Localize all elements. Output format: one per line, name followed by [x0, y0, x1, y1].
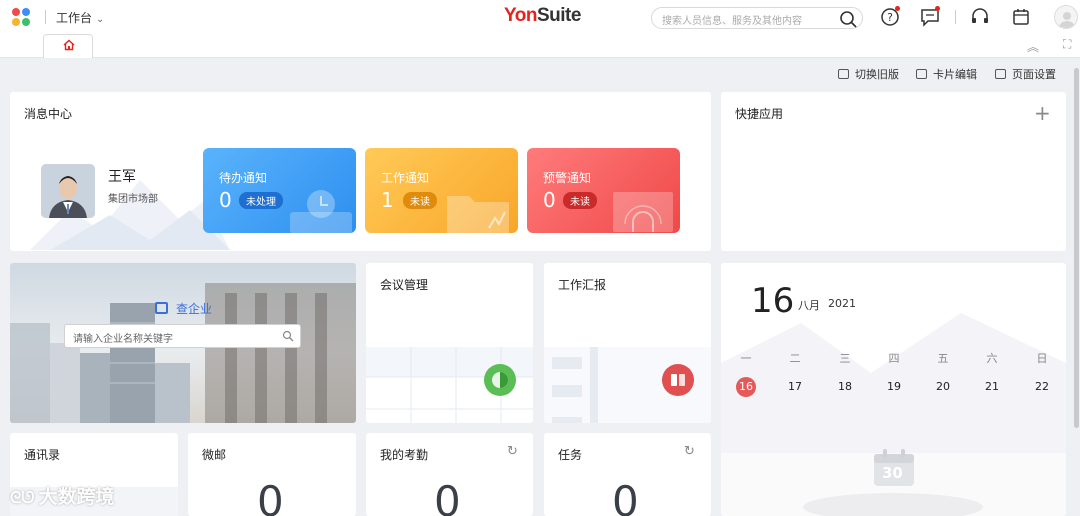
building-icon [155, 302, 168, 314]
weekday-label: 六 [986, 352, 998, 365]
workspace-selector[interactable]: 工作台 ⌄ [56, 9, 104, 26]
user-name: 王军 [108, 169, 136, 185]
brand-logo: YonSuite [504, 5, 581, 26]
calendar-date[interactable]: 17 [783, 380, 807, 393]
calendar-date[interactable]: 21 [980, 380, 1004, 393]
work-label: 工作通知 [381, 171, 430, 185]
enterprise-lookup-link[interactable]: 查企业 [155, 300, 212, 317]
search-input[interactable]: 搜索人员信息、服务及其他内容 [662, 12, 802, 27]
watermark: ᘓᘎ 大数跨境 [10, 486, 115, 508]
message-icon[interactable] [919, 6, 941, 28]
report-app-icon [662, 364, 694, 396]
search-icon[interactable] [282, 330, 294, 342]
status-badge: 未读 [403, 192, 437, 209]
card-edit-button[interactable]: 卡片编辑 [916, 66, 977, 82]
warning-label: 预警通知 [543, 171, 592, 185]
notification-dot [895, 6, 900, 11]
svg-text:?: ? [887, 11, 893, 24]
page-scrollbar[interactable] [1073, 58, 1080, 516]
calendar-date-today[interactable]: 16 [736, 377, 756, 397]
divider [955, 10, 956, 24]
refresh-icon[interactable]: ↻ [507, 444, 518, 459]
meeting-management-card[interactable]: 会议管理 [366, 263, 533, 423]
micromail-count: 0 [257, 477, 284, 516]
attendance-card[interactable]: 我的考勤 ↻ 0 [366, 433, 533, 516]
attendance-count: 0 [434, 477, 461, 516]
attendance-title: 我的考勤 [380, 448, 429, 462]
switch-icon [838, 69, 849, 79]
global-search[interactable]: 搜索人员信息、服务及其他内容 [651, 7, 863, 29]
home-icon [63, 39, 75, 51]
report-title: 工作汇报 [558, 278, 607, 292]
scrollbar-thumb[interactable] [1074, 68, 1079, 428]
calendar-month: 八月 [798, 299, 820, 312]
todo-count: 0 [219, 188, 232, 212]
chevron-down-icon: ⌄ [96, 14, 105, 25]
notification-dot [935, 6, 940, 11]
enterprise-search-input[interactable]: 请输入企业名称关键字 [64, 324, 301, 348]
warning-count: 0 [543, 188, 556, 212]
add-icon[interactable]: + [1034, 101, 1051, 125]
message-center-title: 消息中心 [24, 107, 73, 121]
settings-icon [995, 69, 1006, 79]
status-badge: 未读 [563, 192, 597, 209]
headset-icon[interactable] [969, 6, 991, 28]
app-launcher-icon[interactable] [12, 8, 32, 26]
warning-notification-card[interactable]: 预警通知 0 未读 [527, 148, 680, 233]
top-bar: 工作台 ⌄ YonSuite 搜索人员信息、服务及其他内容 ? ︽ ⛶ [0, 0, 1080, 58]
calendar-date[interactable]: 19 [882, 380, 906, 393]
calendar-date[interactable]: 18 [833, 380, 857, 393]
calendar-year: 2021 [828, 297, 856, 310]
weekday-label: 三 [839, 352, 851, 365]
tasks-count: 0 [612, 477, 639, 516]
refresh-icon[interactable]: ↻ [684, 444, 695, 459]
user-avatar[interactable] [1054, 5, 1078, 29]
work-report-card[interactable]: 工作汇报 [544, 263, 711, 423]
calendar-date[interactable]: 22 [1030, 380, 1054, 393]
tab-home[interactable] [43, 34, 93, 58]
page-settings-button[interactable]: 页面设置 [995, 66, 1056, 82]
empty-calendar-icon: 30 [872, 448, 916, 488]
micromail-card[interactable]: 微邮 0 [188, 433, 356, 516]
todo-notification-card[interactable]: 待办通知 0 未处理 [203, 148, 356, 233]
clock-tray-icon [290, 190, 352, 233]
help-icon[interactable]: ? [879, 6, 901, 28]
user-department: 集团市场部 [108, 194, 158, 205]
tasks-card[interactable]: 任务 ↻ 0 [544, 433, 711, 516]
folder-icon [447, 196, 509, 233]
quick-apps-title: 快捷应用 [735, 107, 784, 121]
switch-old-version-button[interactable]: 切换旧版 [838, 66, 899, 82]
search-icon[interactable] [838, 9, 858, 29]
meeting-title: 会议管理 [380, 278, 429, 292]
micromail-title: 微邮 [202, 448, 227, 462]
tasks-title: 任务 [558, 448, 583, 462]
todo-label: 待办通知 [219, 171, 268, 185]
weekday-label: 五 [937, 352, 949, 365]
calendar-date[interactable]: 20 [931, 380, 955, 393]
quick-apps-card: 快捷应用 [721, 92, 1066, 251]
work-count: 1 [381, 188, 394, 212]
status-badge: 未处理 [239, 192, 283, 209]
divider [45, 10, 46, 24]
weekday-label: 二 [789, 352, 801, 365]
user-photo [41, 164, 95, 218]
weekday-label: 四 [888, 352, 900, 365]
calendar-icon[interactable] [1010, 6, 1032, 28]
alarm-icon [613, 192, 673, 232]
fullscreen-icon[interactable]: ⛶ [1063, 37, 1071, 52]
edit-icon [916, 69, 927, 79]
calendar-day: 16 [751, 281, 795, 321]
work-notification-card[interactable]: 工作通知 1 未读 [365, 148, 518, 233]
weekday-label: 一 [740, 352, 752, 365]
contacts-title: 通讯录 [24, 448, 61, 462]
meeting-app-icon [484, 364, 516, 396]
weekday-label: 日 [1036, 352, 1048, 365]
workspace-label: 工作台 [56, 11, 93, 25]
collapse-icon[interactable]: ︽ [1027, 38, 1039, 55]
